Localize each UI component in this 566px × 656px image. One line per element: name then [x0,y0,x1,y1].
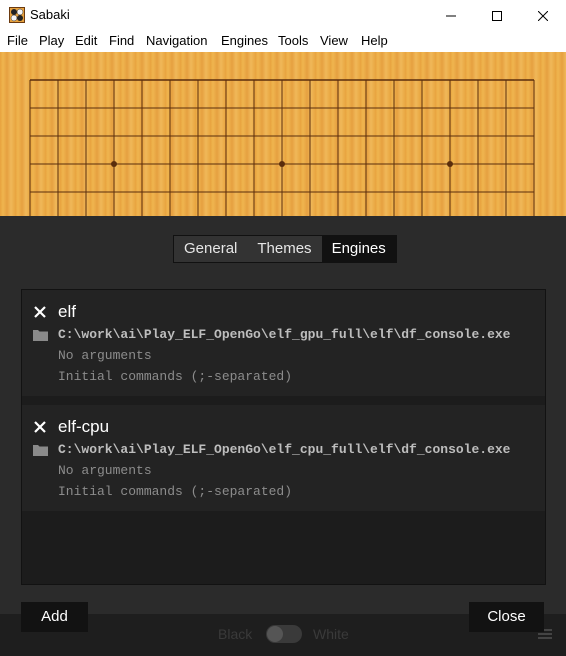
close-icon [538,10,548,21]
preferences-tabs: General Themes Engines [173,235,397,263]
minimize-button[interactable] [428,0,474,31]
engine-item: elf-cpu C:\work\ai\Play_ELF_OpenGo\elf_c… [22,405,545,511]
menu-engines[interactable]: Engines [221,33,268,48]
engine-path[interactable]: C:\work\ai\Play_ELF_OpenGo\elf_cpu_full\… [58,442,510,457]
maximize-button[interactable] [474,0,520,31]
black-player-label: Black [218,626,253,642]
engine-arguments-field[interactable]: No arguments [58,463,152,478]
menu-help[interactable]: Help [361,33,388,48]
engine-arguments-field[interactable]: No arguments [58,348,152,363]
folder-icon[interactable] [33,444,48,456]
star-point [111,161,117,167]
maximize-icon [492,10,502,21]
window-close-button[interactable] [520,0,566,31]
engine-path[interactable]: C:\work\ai\Play_ELF_OpenGo\elf_gpu_full\… [58,327,510,342]
engine-item: elf C:\work\ai\Play_ELF_OpenGo\elf_gpu_f… [22,290,545,396]
player-toggle[interactable] [266,625,302,643]
remove-engine-icon[interactable] [33,305,47,319]
engine-commands-field[interactable]: Initial commands (;-separated) [58,484,292,499]
engine-list: elf C:\work\ai\Play_ELF_OpenGo\elf_gpu_f… [21,289,546,585]
menu-edit[interactable]: Edit [75,33,97,48]
star-point [279,161,285,167]
tab-engines[interactable]: Engines [321,236,396,262]
engine-name[interactable]: elf [58,302,76,322]
menu-find[interactable]: Find [109,33,134,48]
menu-view[interactable]: View [320,33,348,48]
menu-file[interactable]: File [7,33,28,48]
close-preferences-button[interactable]: Close [469,602,544,632]
tab-general[interactable]: General [174,236,248,262]
remove-engine-icon[interactable] [33,420,47,434]
add-engine-button[interactable]: Add [21,602,88,632]
board-grid [29,79,535,216]
star-point [447,161,453,167]
sabaki-app-icon [9,7,25,23]
menu-bar: File Play Edit Find Navigation Engines T… [0,31,566,52]
menu-play[interactable]: Play [39,33,64,48]
window-title: Sabaki [30,7,70,22]
folder-icon[interactable] [33,329,48,341]
white-player-label: White [313,626,349,642]
menu-tools[interactable]: Tools [278,33,308,48]
main-content: Black White General Themes Engines elf C… [0,52,566,656]
menu-navigation[interactable]: Navigation [146,33,207,48]
engine-commands-field[interactable]: Initial commands (;-separated) [58,369,292,384]
engine-name[interactable]: elf-cpu [58,417,109,437]
minimize-icon [446,15,456,16]
toggle-knob [267,626,283,642]
title-bar: Sabaki [0,0,566,31]
goban-board[interactable] [0,52,566,216]
tab-themes[interactable]: Themes [247,236,322,262]
